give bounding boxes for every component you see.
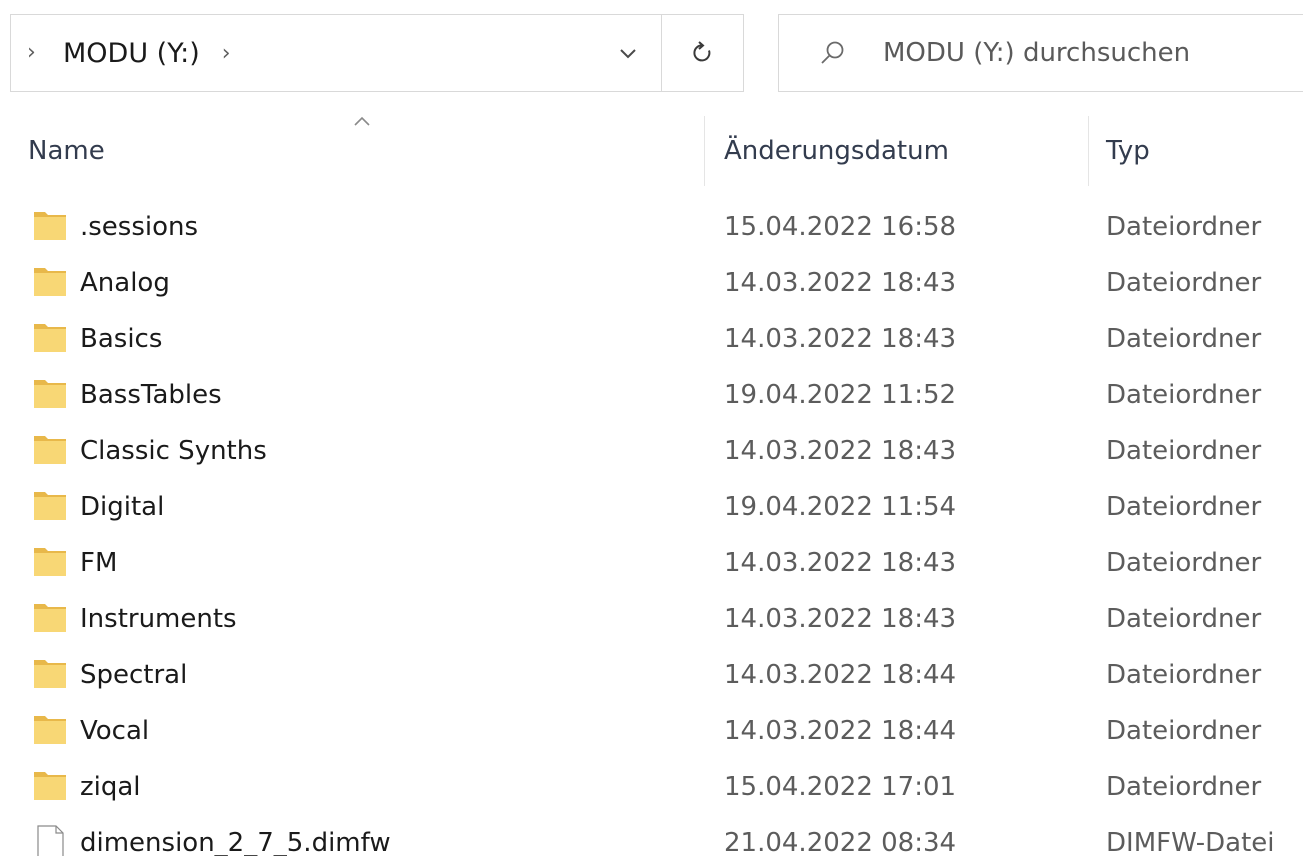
file-name: ziqal <box>80 772 141 802</box>
list-item[interactable]: .sessions 15.04.2022 16:58 Dateiordner <box>0 199 1303 255</box>
file-name: Digital <box>80 492 165 522</box>
file-type: Dateiordner <box>1106 492 1262 522</box>
file-date-modified: 19.04.2022 11:52 <box>724 380 957 410</box>
file-name: FM <box>80 548 118 578</box>
folder-icon <box>34 660 66 688</box>
address-bar[interactable]: › MODU (Y:) › <box>10 14 662 92</box>
file-list: .sessions 15.04.2022 16:58 Dateiordner A… <box>0 199 1303 856</box>
address-history-chevron-down-icon[interactable] <box>613 39 643 69</box>
file-date-modified: 14.03.2022 18:44 <box>724 660 957 690</box>
file-date-modified: 15.04.2022 16:58 <box>724 212 957 242</box>
file-type: Dateiordner <box>1106 604 1262 634</box>
file-type: Dateiordner <box>1106 548 1262 578</box>
list-item[interactable]: dimension_2_7_5.dimfw 21.04.2022 08:34 D… <box>0 815 1303 856</box>
folder-icon <box>34 268 66 296</box>
file-type: Dateiordner <box>1106 660 1262 690</box>
file-name: Instruments <box>80 604 237 634</box>
folder-icon <box>34 716 66 744</box>
list-item[interactable]: Instruments 14.03.2022 18:43 Dateiordner <box>0 591 1303 647</box>
file-type: Dateiordner <box>1106 716 1262 746</box>
file-type: Dateiordner <box>1106 324 1262 354</box>
file-type: Dateiordner <box>1106 380 1262 410</box>
list-item[interactable]: Digital 19.04.2022 11:54 Dateiordner <box>0 479 1303 535</box>
file-name: Vocal <box>80 716 150 746</box>
list-item[interactable]: Classic Synths 14.03.2022 18:43 Dateiord… <box>0 423 1303 479</box>
file-date-modified: 14.03.2022 18:43 <box>724 268 957 298</box>
folder-icon <box>34 380 66 408</box>
column-header-name[interactable]: Name <box>0 112 704 190</box>
list-item[interactable]: ziqal 15.04.2022 17:01 Dateiordner <box>0 759 1303 815</box>
search-icon <box>821 41 844 64</box>
file-type: Dateiordner <box>1106 436 1262 466</box>
file-date-modified: 14.03.2022 18:43 <box>724 548 957 578</box>
folder-icon <box>34 548 66 576</box>
folder-icon <box>34 324 66 352</box>
folder-icon <box>34 212 66 240</box>
list-item[interactable]: Vocal 14.03.2022 18:44 Dateiordner <box>0 703 1303 759</box>
file-date-modified: 19.04.2022 11:54 <box>724 492 957 522</box>
file-date-modified: 15.04.2022 17:01 <box>724 772 957 802</box>
file-name: Analog <box>80 268 170 298</box>
folder-icon <box>34 604 66 632</box>
file-name: dimension_2_7_5.dimfw <box>80 828 391 856</box>
file-date-modified: 21.04.2022 08:34 <box>724 828 957 856</box>
folder-icon <box>34 436 66 464</box>
list-item[interactable]: FM 14.03.2022 18:43 Dateiordner <box>0 535 1303 591</box>
file-type: DIMFW-Datei <box>1106 828 1275 856</box>
folder-icon <box>34 772 66 800</box>
navigation-toolbar: › MODU (Y:) › <box>0 14 1303 94</box>
column-header-row: Name Änderungsdatum Typ <box>0 112 1303 190</box>
column-header-date-modified[interactable]: Änderungsdatum <box>706 112 1086 190</box>
file-name: Classic Synths <box>80 436 267 466</box>
file-name: Basics <box>80 324 163 354</box>
list-item[interactable]: Basics 14.03.2022 18:43 Dateiordner <box>0 311 1303 367</box>
file-date-modified: 14.03.2022 18:43 <box>724 324 957 354</box>
column-header-type[interactable]: Typ <box>1088 112 1303 190</box>
search-box[interactable] <box>778 14 1303 92</box>
file-type: Dateiordner <box>1106 212 1262 242</box>
file-date-modified: 14.03.2022 18:43 <box>724 436 957 466</box>
file-icon <box>37 825 64 856</box>
breadcrumb-chevron-icon[interactable]: › <box>222 41 231 66</box>
breadcrumb-root-chevron-icon[interactable]: › <box>27 14 55 92</box>
file-name: .sessions <box>80 212 199 242</box>
refresh-icon <box>692 41 710 62</box>
list-item[interactable]: Analog 14.03.2022 18:43 Dateiordner <box>0 255 1303 311</box>
list-item[interactable]: Spectral 14.03.2022 18:44 Dateiordner <box>0 647 1303 703</box>
file-type: Dateiordner <box>1106 268 1262 298</box>
file-name: Spectral <box>80 660 188 690</box>
file-type: Dateiordner <box>1106 772 1262 802</box>
file-date-modified: 14.03.2022 18:44 <box>724 716 957 746</box>
column-divider[interactable] <box>704 116 705 186</box>
file-date-modified: 14.03.2022 18:43 <box>724 604 957 634</box>
refresh-button[interactable] <box>662 14 744 92</box>
folder-icon <box>34 492 66 520</box>
list-item[interactable]: BassTables 19.04.2022 11:52 Dateiordner <box>0 367 1303 423</box>
file-explorer-window: › MODU (Y:) › Name Änderungsd <box>0 0 1303 856</box>
search-input[interactable] <box>881 37 1303 69</box>
file-name: BassTables <box>80 380 222 410</box>
breadcrumb-segment-drive[interactable]: MODU (Y:) <box>55 38 200 69</box>
